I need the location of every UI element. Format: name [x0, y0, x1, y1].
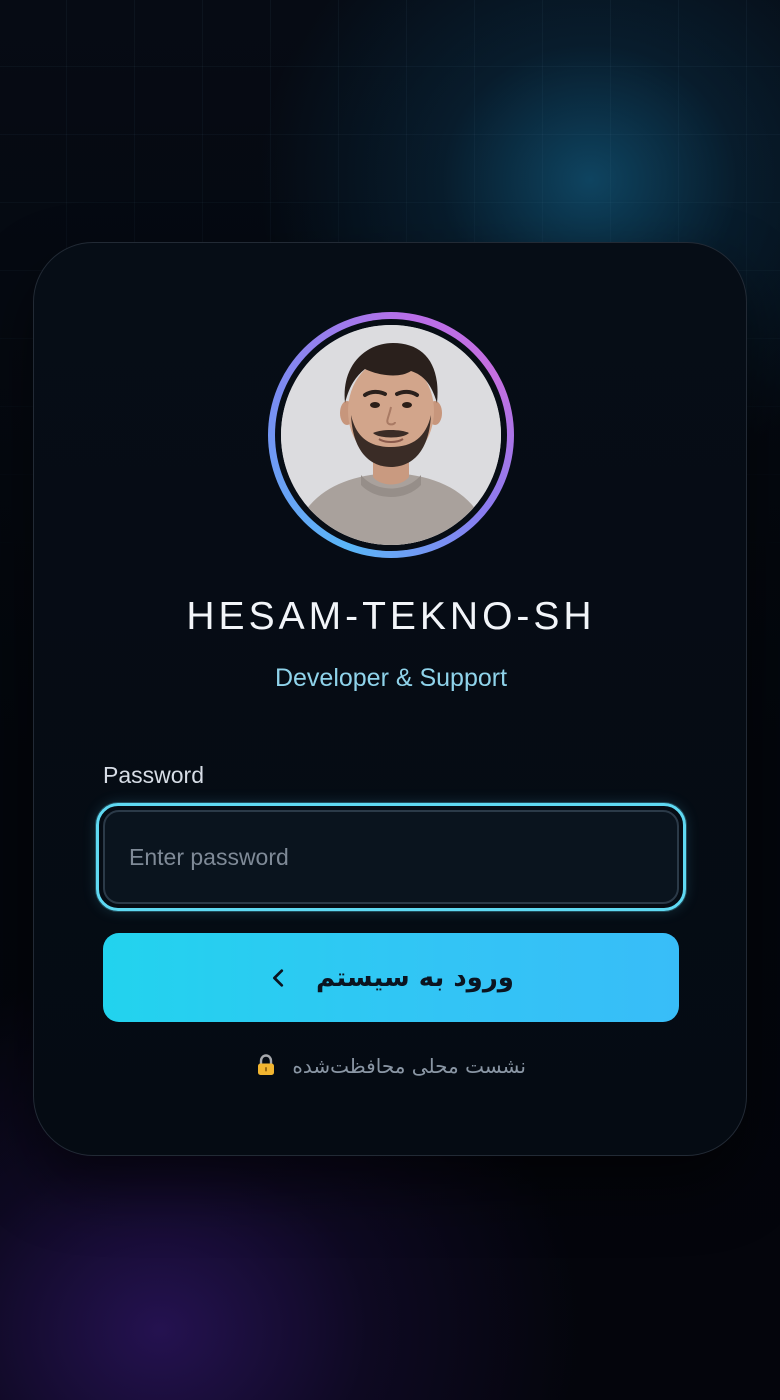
avatar: [281, 325, 501, 545]
lock-icon: [256, 1054, 276, 1076]
profile-name: HESAM-TEKNO-SH: [186, 595, 596, 638]
password-box: [103, 810, 679, 904]
password-label: Password: [103, 762, 204, 788]
secure-session-note: نشست محلی محافظت‌شده: [34, 1054, 748, 1078]
login-button-label: ورود به سیستم: [316, 962, 514, 993]
avatar-photo: [281, 325, 501, 545]
secure-session-text: نشست محلی محافظت‌شده: [292, 1054, 526, 1078]
chevron-left-icon: [268, 967, 290, 989]
profile-role: Developer & Support: [274, 664, 508, 692]
login-button[interactable]: ورود به سیستم: [103, 933, 679, 1022]
avatar-frame: [275, 319, 507, 551]
avatar-ring: [268, 312, 514, 558]
password-field: [96, 803, 686, 911]
password-input[interactable]: [105, 812, 677, 902]
login-card: HESAM-TEKNO-SH Developer & Support Passw…: [33, 242, 747, 1156]
